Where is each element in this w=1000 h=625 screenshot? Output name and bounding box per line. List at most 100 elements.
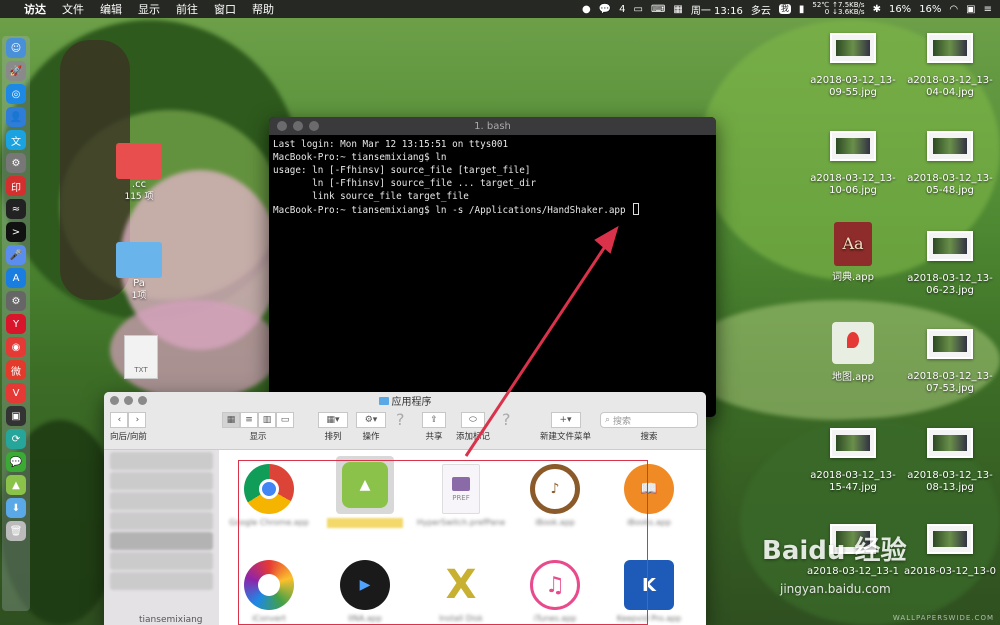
gallery-view-button[interactable]: ▭ bbox=[276, 412, 294, 428]
desktop-item-label: a2018-03-12_13-07-53.jpg bbox=[907, 371, 993, 394]
new-folder-button[interactable]: +▾ bbox=[550, 412, 581, 428]
list-view-button[interactable]: ≡ bbox=[240, 412, 258, 428]
watermark-corner: WALLPAPERSWIDE.COM bbox=[892, 614, 994, 622]
battery-percent-1: 16% bbox=[888, 3, 912, 15]
vivaldi-icon[interactable]: V bbox=[6, 383, 26, 403]
terminal-cursor bbox=[633, 203, 640, 215]
yandex-icon[interactable]: Y bbox=[6, 314, 26, 334]
desktop-screenshot[interactable]: a2018-03-12_13-05-48.jpg bbox=[902, 131, 998, 197]
screen-icon[interactable]: ▣ bbox=[6, 406, 26, 426]
activity-icon[interactable]: ≈ bbox=[6, 199, 26, 219]
back-button[interactable]: ‹ bbox=[110, 412, 129, 428]
desktop-screenshot[interactable]: a2018-03-12_13-06-23.jpg bbox=[902, 231, 998, 297]
watermark-site: jingyan.baidu.com bbox=[780, 582, 891, 596]
extra-status-icon[interactable]: ▣ bbox=[966, 4, 975, 15]
sidebar-user-label[interactable]: tiansemixiang bbox=[139, 615, 203, 625]
safari-icon[interactable]: ◎ bbox=[6, 84, 26, 104]
wifi-icon[interactable]: ◠ bbox=[949, 4, 958, 15]
terminal-window[interactable]: 1. bash Last login: Mon Mar 12 13:15:51 … bbox=[269, 117, 716, 417]
menu-go[interactable]: 前往 bbox=[176, 1, 198, 17]
sidebar-item[interactable] bbox=[110, 512, 213, 530]
terminal-line: link source_file target_file bbox=[273, 191, 469, 202]
weather[interactable]: 多云 bbox=[751, 2, 771, 17]
search-icon: ⌕ bbox=[605, 415, 611, 425]
contacts-icon[interactable]: 👤 bbox=[6, 107, 26, 127]
sidebar-item-applications[interactable] bbox=[110, 532, 213, 550]
sidebar-item[interactable] bbox=[110, 452, 213, 470]
desktop-dictionary-app[interactable]: Aa 词典.app bbox=[806, 222, 900, 284]
desktop-screenshot[interactable]: a2018-03-12_13-04-04.jpg bbox=[902, 33, 998, 99]
action-button[interactable]: ⚙▾ bbox=[356, 412, 386, 428]
desktop-item-label: a2018-03-12_13-06-23.jpg bbox=[907, 273, 993, 296]
menu-app-name[interactable]: 访达 bbox=[24, 1, 46, 17]
display-icon[interactable]: ▭ bbox=[634, 4, 643, 15]
dict-dock-icon[interactable]: 印 bbox=[6, 176, 26, 196]
share-group: ⇪ 共享 bbox=[422, 412, 446, 442]
sidebar-item[interactable] bbox=[110, 572, 213, 590]
siri-icon[interactable]: 🎤 bbox=[6, 245, 26, 265]
desktop-screenshot[interactable]: a2018-03-12_13-07-53.jpg bbox=[902, 329, 998, 395]
annotation-highlight-box bbox=[238, 460, 648, 625]
app-store-icon[interactable]: A bbox=[6, 268, 26, 288]
sidebar-item[interactable] bbox=[110, 492, 213, 510]
desktop-folder-cc[interactable]: .cc 115 项 bbox=[116, 143, 162, 203]
translate-icon[interactable]: 文 bbox=[6, 130, 26, 150]
search-input[interactable]: ⌕ 搜索 bbox=[600, 412, 698, 428]
status-app-icon[interactable]: ● bbox=[582, 4, 591, 15]
desktop-item-label: 词典.app bbox=[831, 272, 874, 283]
tools-icon[interactable]: ⚙ bbox=[6, 153, 26, 173]
desktop-item-label: a2018-03-12_13-08-13.jpg bbox=[907, 470, 993, 493]
share-button[interactable]: ⇪ bbox=[422, 412, 446, 428]
wechat-icon[interactable]: 💬 bbox=[599, 4, 611, 15]
desktop-screenshot[interactable]: a2018-03-12_13-10-06.jpg bbox=[806, 131, 900, 197]
back-forward-group: ‹ › 向后/向前 bbox=[110, 412, 147, 442]
terminal-prompt-line[interactable]: MacBook-Pro:~ tiansemixiang$ ln -s /Appl… bbox=[273, 203, 712, 217]
desktop-screenshot[interactable]: a2018-03-12_13-08-13.jpg bbox=[902, 428, 998, 494]
image-thumbnail bbox=[927, 524, 973, 554]
desktop-maps-app[interactable]: 地图.app bbox=[806, 322, 900, 384]
clock[interactable]: 周一 13:16 bbox=[691, 2, 743, 17]
downloads-folder-icon[interactable]: ⬇ bbox=[6, 498, 26, 518]
weibo-icon[interactable]: 微 bbox=[6, 360, 26, 380]
sidebar-item[interactable] bbox=[110, 472, 213, 490]
terminal-icon[interactable]: > bbox=[6, 222, 26, 242]
terminal-titlebar[interactable]: 1. bash bbox=[269, 117, 716, 135]
android-dock-icon[interactable]: ▲ bbox=[6, 475, 26, 495]
system-preferences-icon[interactable]: ⚙ bbox=[6, 291, 26, 311]
bluetooth-icon[interactable]: ✱ bbox=[873, 4, 881, 15]
menu-view[interactable]: 显示 bbox=[138, 1, 160, 17]
desktop-screenshot[interactable]: a2018-03-12_13-15-47.jpg bbox=[806, 428, 900, 494]
desktop-txt-file[interactable]: TXT bbox=[124, 335, 158, 379]
list-icon[interactable]: ≡ bbox=[984, 4, 992, 15]
icon-view-button[interactable]: ▦ bbox=[222, 412, 240, 428]
sidebar-item[interactable] bbox=[110, 552, 213, 570]
desktop-screenshot[interactable]: a2018-03-12_13-0 bbox=[902, 524, 998, 578]
finder-titlebar[interactable]: 应用程序 bbox=[104, 392, 706, 408]
launchpad-icon[interactable]: 🚀 bbox=[6, 61, 26, 81]
image-thumbnail bbox=[927, 329, 973, 359]
wechat-dock-icon[interactable]: 💬 bbox=[6, 452, 26, 472]
keyboard-icon[interactable]: ⌨ bbox=[651, 4, 665, 15]
trash-status-icon[interactable]: ▮ bbox=[799, 4, 805, 15]
menu-window[interactable]: 窗口 bbox=[214, 1, 236, 17]
forward-button[interactable]: › bbox=[128, 412, 147, 428]
image-thumbnail bbox=[927, 33, 973, 63]
terminal-output[interactable]: Last login: Mon Mar 12 13:15:51 on ttys0… bbox=[269, 135, 716, 220]
image-thumbnail bbox=[830, 428, 876, 458]
tags-button[interactable]: ⬭ bbox=[461, 412, 485, 428]
arrange-button[interactable]: ▦▾ bbox=[318, 412, 348, 428]
handshaker-icon[interactable]: ▦ bbox=[673, 4, 682, 15]
system-monitor[interactable]: 52℃ 0 ↑7.5KB/s ↓3.6KB/s bbox=[812, 2, 864, 16]
trash-icon[interactable]: 🗑 bbox=[6, 521, 26, 541]
desktop-item-label: a2018-03-12_13-1 bbox=[807, 566, 899, 577]
desktop-screenshot[interactable]: a2018-03-12_13-09-55.jpg bbox=[806, 33, 900, 99]
chrome-dock-icon[interactable]: ◉ bbox=[6, 337, 26, 357]
desktop-folder-pa[interactable]: Pa 1项 bbox=[116, 242, 162, 302]
new-folder-label: 新建文件菜单 bbox=[540, 432, 592, 442]
sync-icon[interactable]: ⟳ bbox=[6, 429, 26, 449]
menu-file[interactable]: 文件 bbox=[62, 1, 84, 17]
menu-help[interactable]: 帮助 bbox=[252, 1, 274, 17]
menu-edit[interactable]: 编辑 bbox=[100, 1, 122, 17]
column-view-button[interactable]: ▥ bbox=[258, 412, 276, 428]
finder-icon[interactable]: ☺ bbox=[6, 38, 26, 58]
